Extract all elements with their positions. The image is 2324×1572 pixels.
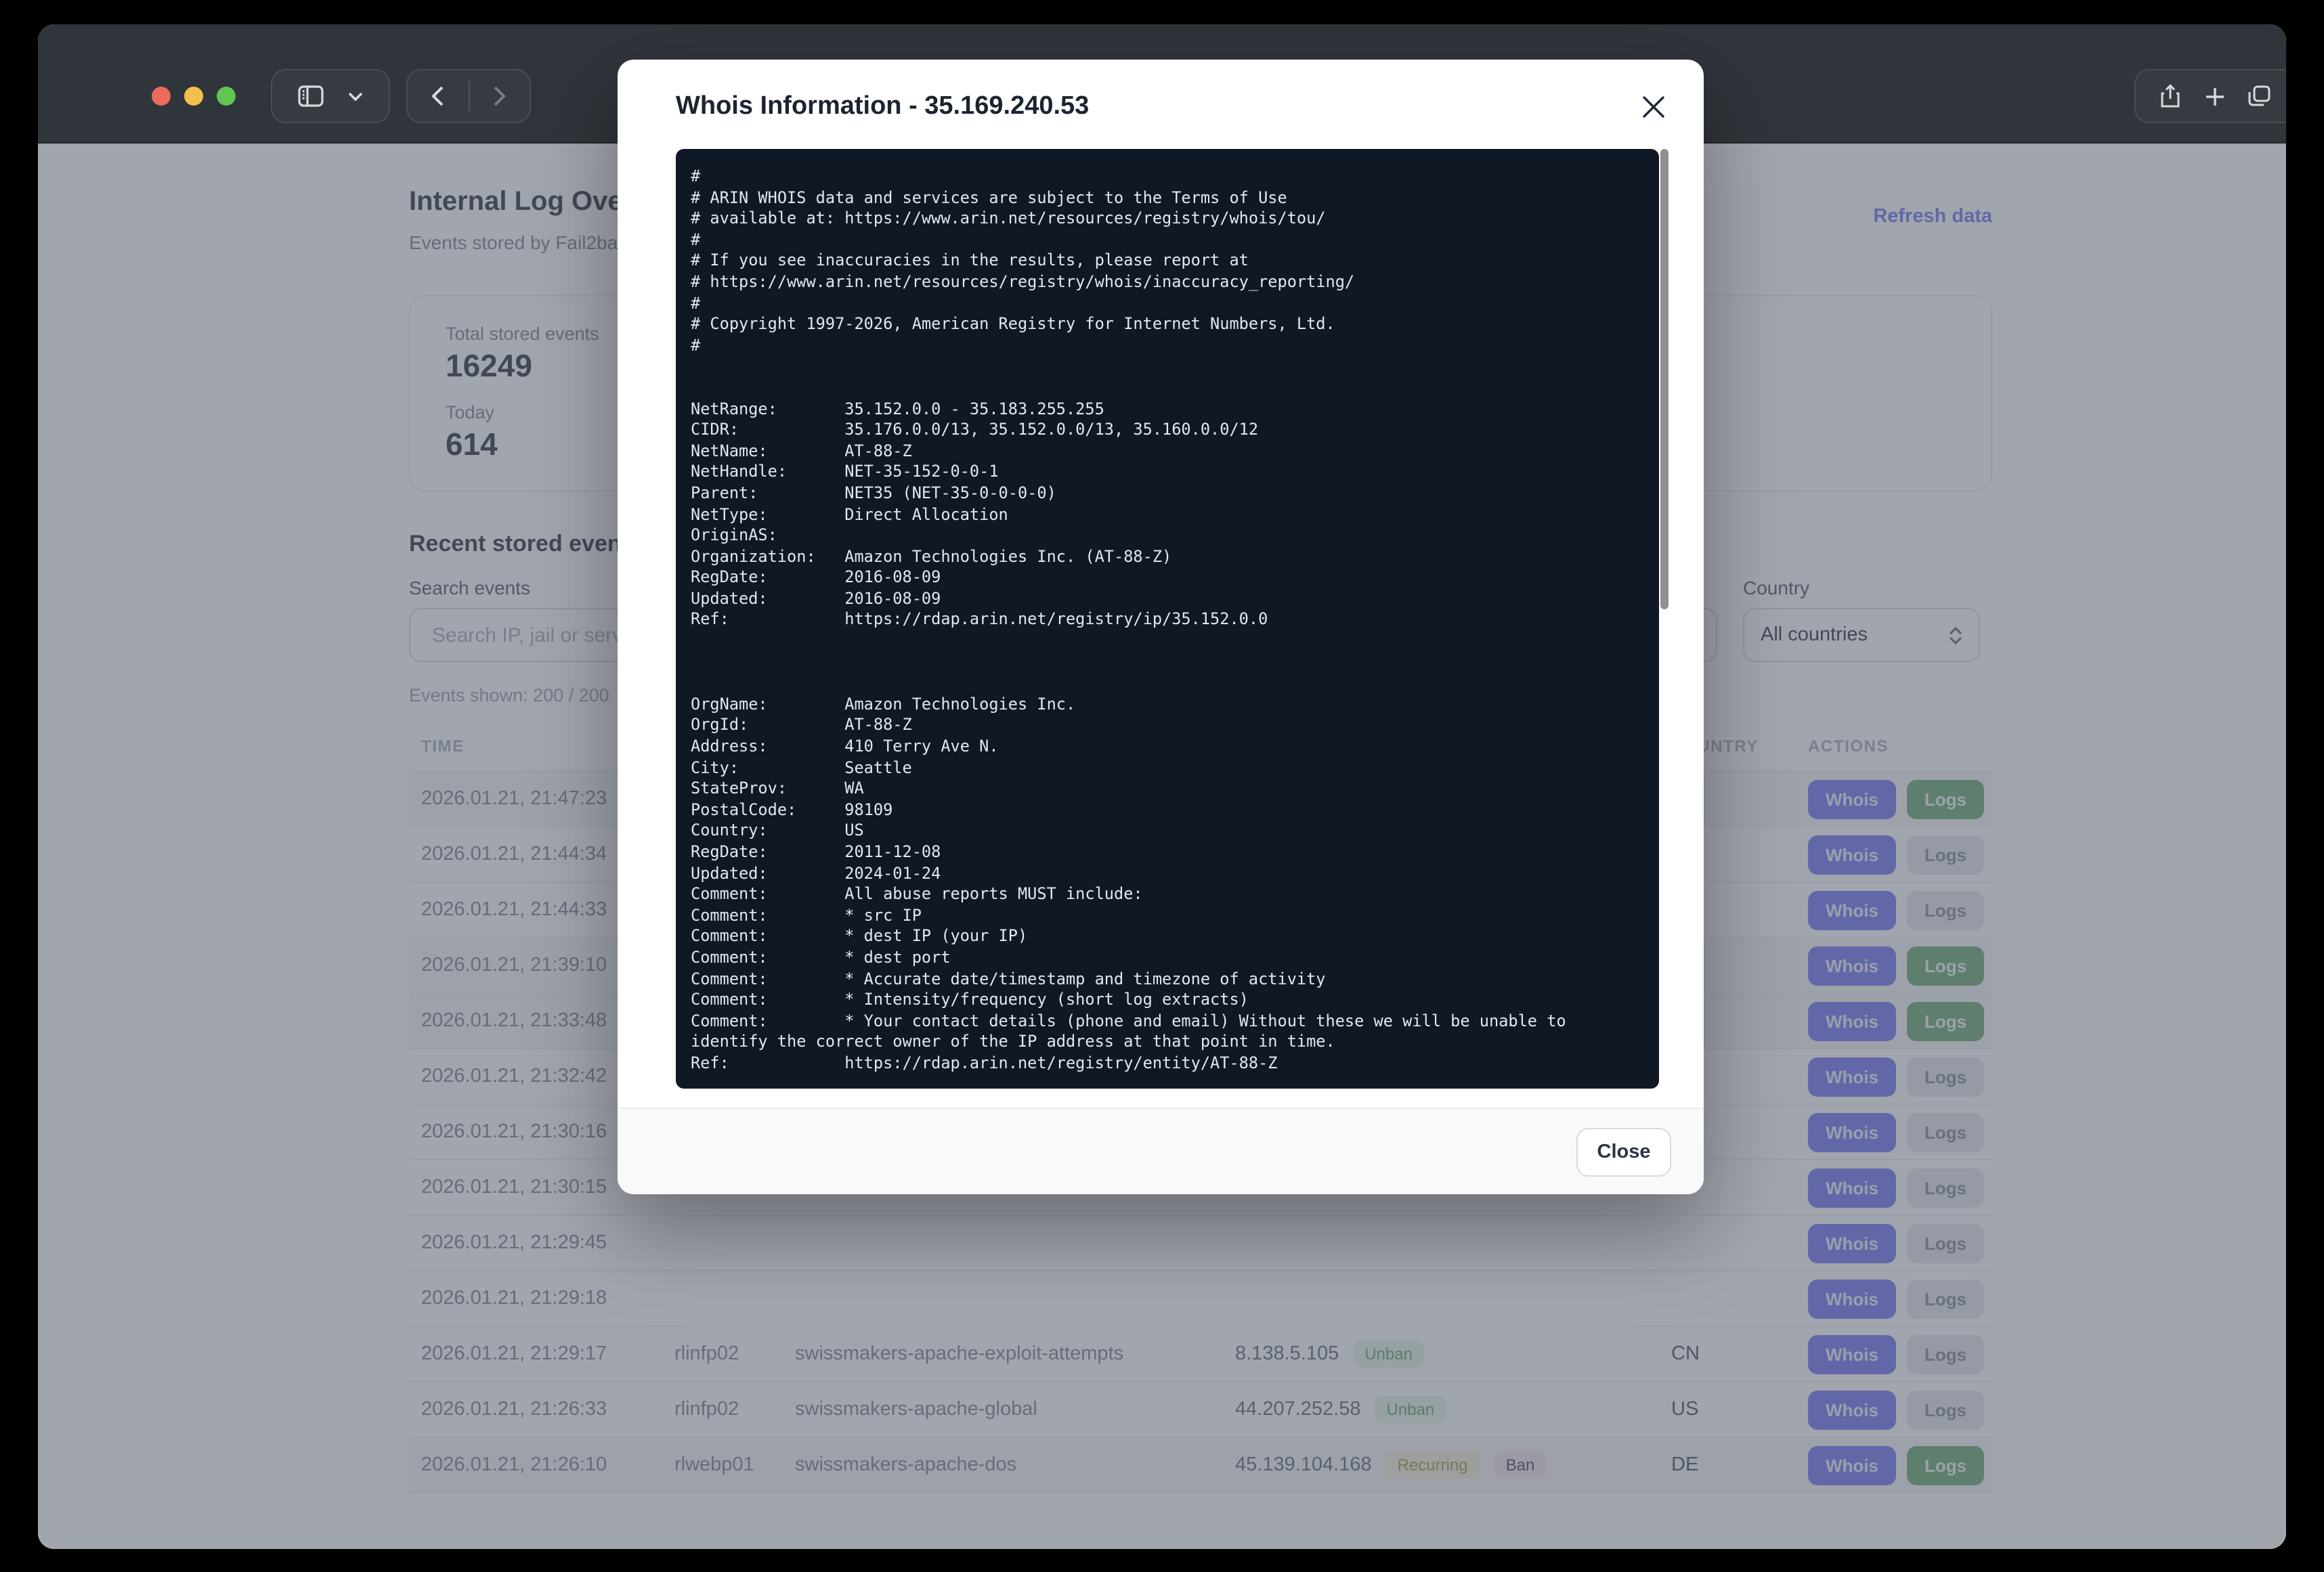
forward-icon[interactable] bbox=[493, 85, 507, 107]
close-icon[interactable] bbox=[1639, 92, 1669, 122]
sidebar-icon[interactable] bbox=[297, 85, 323, 107]
chevron-down-icon[interactable] bbox=[349, 91, 364, 101]
whois-modal: Whois Information - 35.169.240.53 # # AR… bbox=[618, 60, 1704, 1194]
back-icon[interactable] bbox=[431, 85, 445, 107]
minimize-window-button[interactable] bbox=[184, 87, 203, 106]
modal-title: Whois Information - 35.169.240.53 bbox=[676, 92, 1089, 122]
sidebar-toggle-group bbox=[271, 69, 390, 123]
nav-group bbox=[406, 69, 531, 123]
tab-overview-icon[interactable] bbox=[2249, 85, 2272, 107]
browser-window: fail2ban.swissmakers.corp A ↻ bbox=[38, 24, 2286, 1549]
toolbar-right-group bbox=[2134, 69, 2286, 123]
zoom-window-button[interactable] bbox=[217, 87, 236, 106]
new-tab-icon[interactable] bbox=[2204, 86, 2224, 106]
close-window-button[interactable] bbox=[152, 87, 171, 106]
divider bbox=[468, 81, 469, 111]
scrollbar-thumb[interactable] bbox=[1660, 149, 1669, 609]
modal-footer: Close bbox=[618, 1108, 1704, 1194]
whois-text: # # ARIN WHOIS data and services are sub… bbox=[691, 167, 1644, 1074]
close-button[interactable]: Close bbox=[1576, 1128, 1671, 1177]
whois-output-box[interactable]: # # ARIN WHOIS data and services are sub… bbox=[676, 149, 1659, 1089]
share-icon[interactable] bbox=[2160, 84, 2180, 108]
